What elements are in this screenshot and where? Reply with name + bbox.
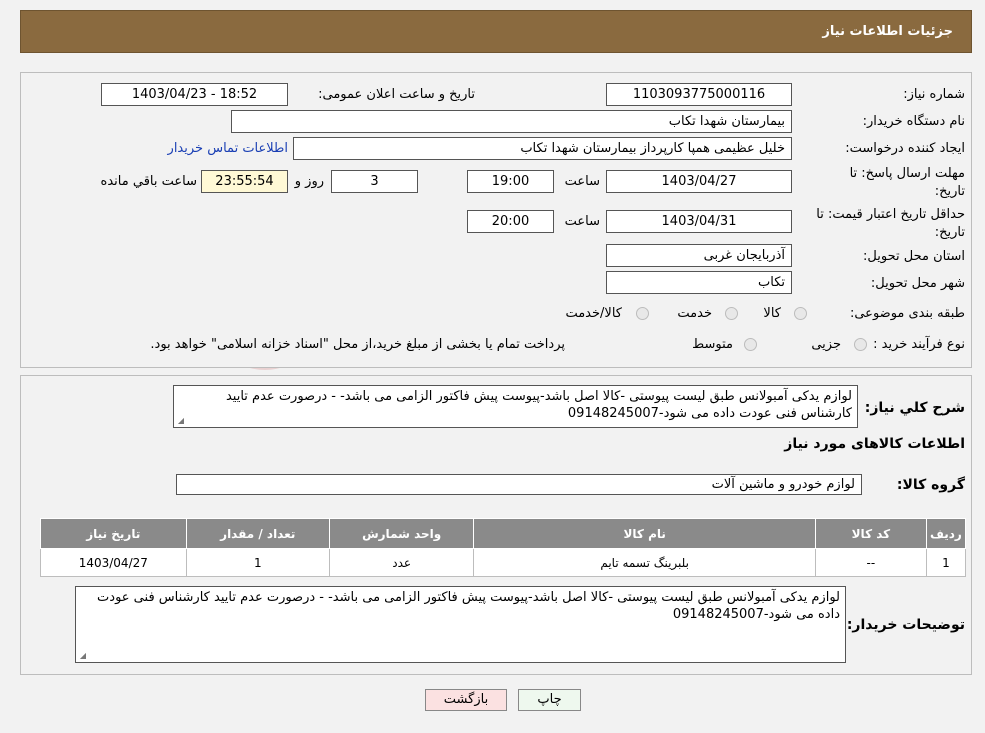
days-remaining-field: 3 <box>331 170 418 193</box>
process-payment-note: پرداخت تمام یا بخشی از مبلغ خرید،از محل … <box>150 337 565 352</box>
validity-time-label: ساعت <box>564 214 600 229</box>
column-header-date: تاریخ نیاز <box>40 518 187 549</box>
category-radio-service[interactable] <box>725 307 738 320</box>
table-row: 1 -- بلبرینگ تسمه تایم عدد 1 1403/04/27 <box>40 548 967 577</box>
cell-row: 1 <box>925 548 967 577</box>
creator-field: خلیل عظیمی همپا کارپرداز بیمارستان شهدا … <box>293 137 792 160</box>
deadline-time-label: ساعت <box>564 174 600 189</box>
process-radio-medium[interactable] <box>744 338 757 351</box>
deadline-label-line1: مهلت ارسال پاسخ: تا <box>849 166 965 181</box>
column-header-row: ردیف <box>925 518 967 549</box>
remaining-time-label: ساعت باقي مانده <box>100 174 197 189</box>
column-header-qty: تعداد / مقدار <box>185 518 330 549</box>
goods-table-header: ردیف کد کالا نام کالا واحد شمارش تعداد /… <box>40 518 967 549</box>
column-header-name: نام کالا <box>473 518 816 549</box>
province-label: استان محل تحویل: <box>863 249 965 264</box>
cell-code: -- <box>814 548 927 577</box>
deadline-label-line2: تاریخ: <box>934 184 965 199</box>
process-type-label: نوع فرآیند خرید : <box>873 337 965 352</box>
category-radio-goods[interactable] <box>794 307 807 320</box>
column-header-unit: واحد شمارش <box>328 518 475 549</box>
validity-time-field: 20:00 <box>467 210 554 233</box>
city-label: شهر محل تحویل: <box>870 276 965 291</box>
creator-label: ایجاد کننده درخواست: <box>845 141 965 156</box>
deadline-date-field: 1403/04/27 <box>606 170 792 193</box>
resize-handle-icon[interactable]: ◢ <box>78 652 86 660</box>
buyer-notes-text: لوازم یدکی آمبولانس طبق لیست پیوستی -کال… <box>97 590 840 622</box>
goods-group-label: گروه کالا: <box>896 477 965 493</box>
category-option-service: خدمت <box>677 306 712 321</box>
validity-label-line1: حداقل تاریخ اعتبار قیمت: تا <box>816 207 965 222</box>
category-option-goods-service: کالا/خدمت <box>565 306 622 321</box>
cell-date: 1403/04/27 <box>40 548 187 577</box>
cell-unit: عدد <box>328 548 475 577</box>
process-radio-minor[interactable] <box>854 338 867 351</box>
category-label: طبقه بندی موضوعی: <box>849 306 965 321</box>
cell-qty: 1 <box>185 548 330 577</box>
buyer-contact-link[interactable]: اطلاعات تماس خریدار <box>168 141 288 156</box>
announce-datetime-field: 1403/04/23 - 18:52 <box>101 83 288 106</box>
deadline-time-field: 19:00 <box>467 170 554 193</box>
column-header-code: کد کالا <box>814 518 927 549</box>
buyer-org-field: بیمارستان شهدا تکاب <box>231 110 792 133</box>
goods-group-field: لوازم خودرو و ماشین آلات <box>176 474 862 495</box>
goods-table: ردیف کد کالا نام کالا واحد شمارش تعداد /… <box>40 518 967 577</box>
page-header: جزئیات اطلاعات نیاز <box>20 10 972 53</box>
resize-handle-icon[interactable]: ◢ <box>176 417 184 425</box>
print-button[interactable]: چاپ <box>518 689 581 711</box>
validity-label-line2: تاریخ: <box>934 225 965 240</box>
process-option-medium: متوسط <box>692 337 733 352</box>
days-label: روز و <box>294 174 324 189</box>
buyer-notes-label: توضیحات خریدار: <box>846 617 965 633</box>
city-field: تکاب <box>606 271 792 294</box>
description-textarea[interactable]: لوازم یدکی آمبولانس طبق لیست پیوستی -کال… <box>173 385 858 428</box>
remaining-time-field: 23:55:54 <box>201 170 288 193</box>
back-button[interactable]: بازگشت <box>425 689 507 711</box>
buyer-notes-textarea[interactable]: لوازم یدکی آمبولانس طبق لیست پیوستی -کال… <box>75 586 846 663</box>
process-option-minor: جزیی <box>811 337 841 352</box>
category-radio-goods-service[interactable] <box>636 307 649 320</box>
page-title: جزئیات اطلاعات نیاز <box>822 24 953 39</box>
announce-label: تاریخ و ساعت اعلان عمومی: <box>318 87 475 102</box>
buyer-org-label: نام دستگاه خریدار: <box>862 114 965 129</box>
need-number-field: 1103093775000116 <box>606 83 792 106</box>
category-option-goods: کالا <box>763 306 781 321</box>
validity-date-field: 1403/04/31 <box>606 210 792 233</box>
description-text: لوازم یدکی آمبولانس طبق لیست پیوستی -کال… <box>225 389 852 421</box>
cell-name: بلبرینگ تسمه تایم <box>473 548 816 577</box>
goods-section-title: اطلاعات کالاهای مورد نیاز <box>784 436 965 452</box>
need-number-label: شماره نیاز: <box>903 87 965 102</box>
province-field: آذربایجان غربی <box>606 244 792 267</box>
description-label: شرح کلي نياز: <box>864 400 965 416</box>
